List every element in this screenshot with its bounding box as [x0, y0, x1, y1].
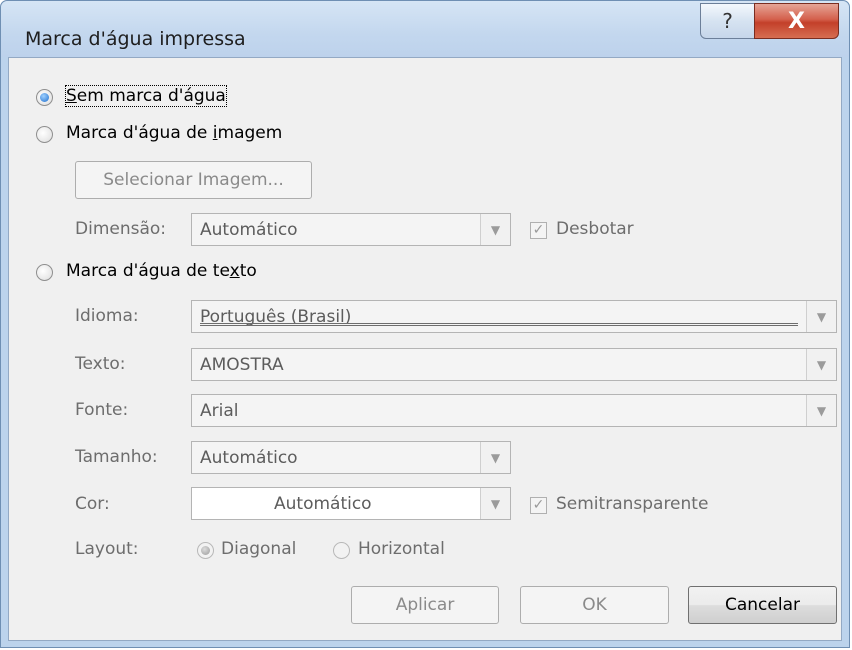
dialog-title: Marca d'água impressa — [25, 28, 246, 50]
apply-label: Aplicar — [395, 595, 455, 615]
radio-picture-watermark[interactable] — [36, 126, 53, 143]
chevron-down-icon[interactable]: ▼ — [806, 301, 836, 332]
radio-layout-diagonal[interactable] — [197, 542, 214, 559]
ok-button[interactable]: OK — [520, 586, 669, 624]
no-watermark-accel: S — [66, 86, 77, 106]
language-dropdown[interactable]: Português (Brasil) ▼ — [191, 300, 837, 333]
chevron-down-icon[interactable]: ▼ — [806, 395, 836, 426]
cancel-button[interactable]: Cancelar — [688, 586, 837, 624]
chevron-down-icon[interactable]: ▼ — [480, 442, 510, 473]
text-value: AMOSTRA — [200, 355, 284, 375]
chevron-down-icon[interactable]: ▼ — [480, 488, 510, 519]
check-icon: ✓ — [532, 497, 545, 513]
language-underline — [200, 323, 798, 326]
help-button[interactable]: ? — [700, 3, 755, 39]
help-icon: ? — [722, 9, 733, 33]
apply-button[interactable]: Aplicar — [351, 586, 499, 624]
close-icon: X — [788, 8, 805, 34]
radio-no-watermark[interactable] — [36, 89, 53, 106]
dialog-window: Marca d'água impressa ? X Sem marca d'ág… — [0, 0, 850, 648]
text-watermark-prefix: Marca d'água de te — [66, 261, 230, 281]
washout-checkbox[interactable]: ✓ — [530, 222, 547, 239]
text-watermark-label[interactable]: Marca d'água de texto — [66, 261, 257, 281]
no-watermark-label[interactable]: Sem marca d'água — [65, 85, 227, 107]
layout-horizontal-label: Horizontal — [358, 539, 445, 559]
language-label: Idioma: — [75, 306, 139, 326]
scale-label: Dimensão: — [75, 219, 167, 239]
layout-diagonal-label: Diagonal — [221, 539, 297, 559]
semitransparent-checkbox[interactable]: ✓ — [530, 497, 547, 514]
color-label: Cor: — [75, 494, 110, 514]
close-button[interactable]: X — [754, 3, 839, 39]
semitransparent-label: Semitransparente — [556, 494, 709, 514]
select-picture-label: Selecionar Imagem... — [103, 170, 284, 190]
scale-value: Automático — [200, 220, 298, 240]
color-picker[interactable]: Automático ▼ — [191, 487, 511, 520]
title-bar[interactable]: Marca d'água impressa ? X — [1, 1, 849, 57]
scale-dropdown[interactable]: Automático ▼ — [191, 213, 511, 246]
chevron-down-icon[interactable]: ▼ — [806, 349, 836, 380]
ok-label: OK — [582, 595, 607, 615]
no-watermark-rest: em marca d'água — [76, 86, 226, 106]
radio-layout-horizontal[interactable] — [333, 542, 350, 559]
size-combobox[interactable]: Automático ▼ — [191, 441, 511, 474]
picture-watermark-prefix: Marca d'água de — [66, 123, 213, 143]
select-picture-button[interactable]: Selecionar Imagem... — [75, 161, 312, 199]
radio-text-watermark[interactable] — [36, 264, 53, 281]
text-combobox[interactable]: AMOSTRA ▼ — [191, 348, 837, 381]
size-value: Automático — [200, 448, 298, 468]
layout-label: Layout: — [75, 539, 139, 559]
picture-watermark-label[interactable]: Marca d'água de imagem — [66, 123, 282, 143]
text-label: Texto: — [75, 354, 126, 374]
color-value: Automático — [274, 494, 372, 514]
text-watermark-accel: x — [229, 261, 240, 281]
font-dropdown[interactable]: Arial ▼ — [191, 394, 837, 427]
chevron-down-icon[interactable]: ▼ — [480, 214, 510, 245]
dialog-body: Sem marca d'água Marca d'água de imagem … — [8, 57, 842, 641]
washout-label: Desbotar — [556, 219, 634, 239]
cancel-label: Cancelar — [725, 595, 800, 615]
font-value: Arial — [200, 401, 239, 421]
size-label: Tamanho: — [75, 447, 158, 467]
text-watermark-rest: to — [239, 261, 257, 281]
picture-watermark-rest: magem — [217, 123, 283, 143]
font-label: Fonte: — [75, 400, 129, 420]
check-icon: ✓ — [532, 222, 545, 238]
